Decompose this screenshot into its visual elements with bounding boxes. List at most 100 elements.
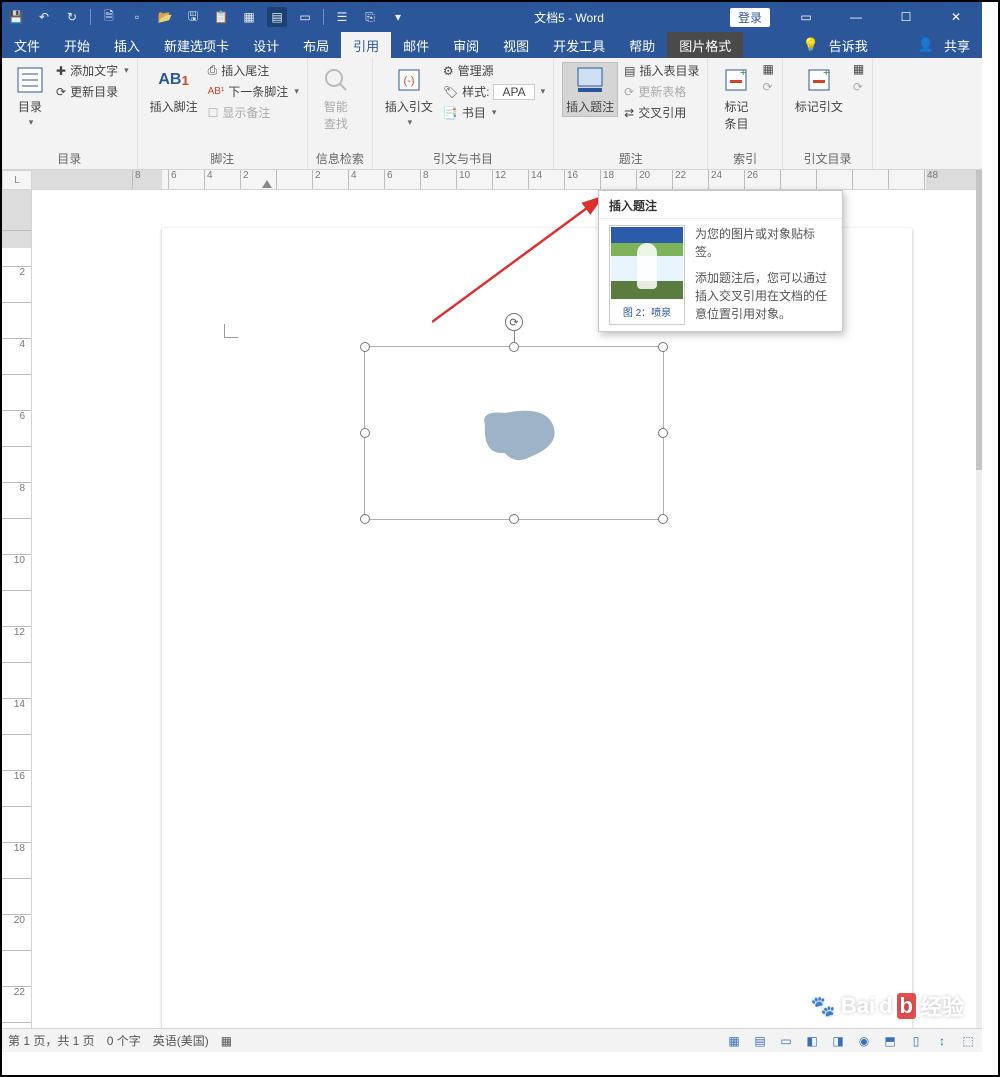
macro-icon[interactable]: ▦ [221, 1034, 232, 1048]
tab-custom[interactable]: 新建选项卡 [152, 32, 241, 58]
title-bar: 💾 ↶ ↻ 🗎 ▫ 📂 🖫 📋 ▦ ▤ ▭ ☰ ⎘ ▾ 文档5 - Word 登… [2, 2, 982, 32]
read-mode-icon[interactable]: ▤ [267, 7, 287, 27]
mark-citation-icon: + [803, 64, 835, 96]
rotate-handle-icon[interactable]: ⟳ [505, 313, 523, 331]
web-view-icon[interactable]: ▭ [778, 1034, 794, 1048]
resize-handle[interactable] [509, 514, 519, 524]
page[interactable]: ⟳ [162, 228, 912, 1028]
tab-layout[interactable]: 布局 [291, 32, 341, 58]
print-preview-icon[interactable]: ▦ [239, 7, 259, 27]
selected-picture[interactable]: ⟳ [364, 346, 664, 520]
horizontal-ruler[interactable]: 8642246810121416182022242648 [32, 170, 976, 190]
tab-home[interactable]: 开始 [52, 32, 102, 58]
tab-mailings[interactable]: 邮件 [391, 32, 441, 58]
resize-handle[interactable] [658, 428, 668, 438]
ribbon-options-icon[interactable]: ▭ [784, 3, 828, 31]
heading-icon[interactable]: ▭ [295, 7, 315, 27]
share-icon[interactable]: 👤 [918, 37, 934, 53]
mark-citation-button[interactable]: + 标记引文 [791, 62, 847, 117]
insert-tof-button[interactable]: ▤插入表目录 [624, 62, 699, 79]
read-view-icon[interactable]: ▦ [726, 1034, 742, 1048]
save-icon[interactable]: 💾 [6, 7, 26, 27]
paw-icon [811, 993, 837, 1019]
view-icon[interactable]: ↕ [934, 1034, 950, 1048]
insert-index-button[interactable]: ▦ [762, 62, 773, 76]
update-toc-icon: ⟳ [56, 85, 66, 99]
language-status[interactable]: 英语(美国) [153, 1032, 209, 1049]
qat-dropdown-icon[interactable]: ▾ [388, 7, 408, 27]
paste-icon[interactable]: 📋 [211, 7, 231, 27]
smart-lookup-button[interactable]: 智能 查找 [316, 62, 356, 134]
list-icon[interactable]: ☰ [332, 7, 352, 27]
toc-icon [14, 64, 46, 96]
view-icon[interactable]: ◨ [830, 1034, 846, 1048]
close-icon[interactable]: ✕ [934, 3, 978, 31]
new-icon[interactable]: 🗎 [99, 7, 119, 27]
tellme-icon[interactable]: 💡 [803, 37, 819, 53]
resize-handle[interactable] [658, 514, 668, 524]
undo-icon[interactable]: ↶ [34, 7, 54, 27]
insert-toa-button[interactable]: ▦ [853, 62, 864, 76]
tab-view[interactable]: 视图 [491, 32, 541, 58]
tof-icon: ▤ [624, 64, 635, 78]
bibliography-button[interactable]: 📑书目▾ [443, 104, 545, 121]
manage-sources-button[interactable]: ⚙管理源 [443, 62, 545, 79]
vertical-ruler[interactable]: 2468101214161820222426283032343638 [2, 190, 32, 1028]
bibliography-icon: 📑 [443, 106, 458, 120]
insert-footnote-button[interactable]: AB1 插入脚注 [146, 62, 202, 117]
tooltip-description: 为您的图片或对象贴标签。 添加题注后，您可以通过插入交叉引用在文档的任意位置引用… [695, 225, 832, 325]
insert-caption-tooltip: 插入题注 图 2：喷泉 为您的图片或对象贴标签。 添加题注后，您可以通过插入交叉… [598, 190, 843, 332]
view-icon[interactable]: ◉ [856, 1034, 872, 1048]
mark-entry-button[interactable]: + 标记 条目 [716, 62, 756, 134]
login-button[interactable]: 登录 [730, 8, 770, 27]
tab-help[interactable]: 帮助 [617, 32, 667, 58]
open-icon[interactable]: 📂 [155, 7, 175, 27]
redo-icon[interactable]: ↻ [62, 7, 82, 27]
share-label[interactable]: 共享 [944, 36, 970, 55]
scrollbar-thumb[interactable] [976, 170, 982, 470]
insert-endnote-button[interactable]: ⎙插入尾注 [208, 62, 299, 79]
maximize-icon[interactable]: ☐ [884, 3, 928, 31]
resize-handle[interactable] [360, 428, 370, 438]
tab-review[interactable]: 审阅 [441, 32, 491, 58]
tab-insert[interactable]: 插入 [102, 32, 152, 58]
citation-icon: (-) [393, 64, 425, 96]
group-research-label: 信息检索 [316, 148, 364, 167]
word-count[interactable]: 0 个字 [107, 1032, 141, 1049]
index-icon: ▦ [762, 62, 773, 76]
save-as-icon[interactable]: 🖫 [183, 7, 203, 27]
insert-caption-button[interactable]: 插入题注 [562, 62, 618, 117]
group-index-label: 索引 [716, 148, 773, 167]
view-icon[interactable]: ▯ [908, 1034, 924, 1048]
footnote-icon: AB1 [158, 64, 190, 96]
view-icon[interactable]: ◧ [804, 1034, 820, 1048]
outline-icon[interactable]: ⎘ [360, 7, 380, 27]
tab-file[interactable]: 文件 [2, 32, 52, 58]
indent-marker-icon[interactable] [262, 180, 272, 188]
minimize-icon[interactable]: — [834, 3, 878, 31]
update-toc-button[interactable]: ⟳更新目录 [56, 83, 129, 100]
tab-developer[interactable]: 开发工具 [541, 32, 617, 58]
tab-references[interactable]: 引用 [341, 32, 391, 58]
resize-handle[interactable] [509, 342, 519, 352]
cross-reference-button[interactable]: ⇄交叉引用 [624, 104, 699, 121]
vertical-scrollbar[interactable] [976, 170, 982, 1028]
new-blank-icon[interactable]: ▫ [127, 7, 147, 27]
next-footnote-button[interactable]: AB¹下一条脚注▾ [208, 83, 299, 100]
print-view-icon[interactable]: ▤ [752, 1034, 768, 1048]
view-icon[interactable]: ⬒ [882, 1034, 898, 1048]
tab-picture-format[interactable]: 图片格式 [667, 32, 743, 58]
add-text-button[interactable]: ✚添加文字▾ [56, 62, 129, 79]
insert-citation-button[interactable]: (-) 插入引文▾ [381, 62, 437, 130]
resize-handle[interactable] [360, 514, 370, 524]
resize-handle[interactable] [658, 342, 668, 352]
crossref-icon: ⇄ [624, 106, 634, 120]
tab-design[interactable]: 设计 [241, 32, 291, 58]
page-status[interactable]: 第 1 页，共 1 页 [8, 1032, 95, 1049]
style-select[interactable]: 🏷样式: APA▾ [443, 83, 545, 100]
view-icon[interactable]: ⬚ [960, 1034, 976, 1048]
resize-handle[interactable] [360, 342, 370, 352]
group-toa-label: 引文目录 [791, 148, 864, 167]
tellme-label[interactable]: 告诉我 [829, 36, 868, 55]
toc-button[interactable]: 目录▾ [10, 62, 50, 130]
